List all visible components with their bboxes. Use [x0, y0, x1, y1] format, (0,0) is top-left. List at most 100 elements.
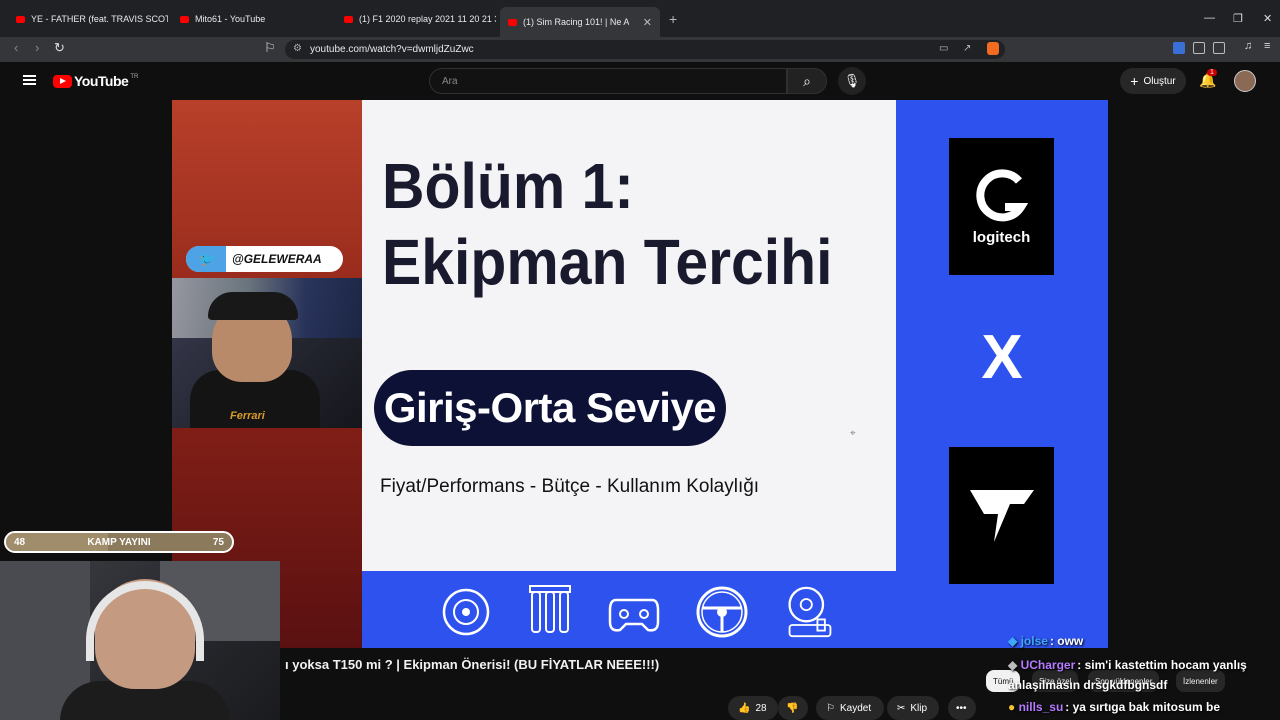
- chat-nick: UCharger: [1020, 658, 1076, 672]
- chat-message: ◆ UCharger: sim'i kastettim hocam yanlış: [1008, 658, 1247, 672]
- dislike-button[interactable]: 👎: [778, 696, 808, 720]
- thrustmaster-logo: [949, 447, 1054, 584]
- restore-icon[interactable]: ❐: [1233, 12, 1243, 25]
- presentation-slide: Bölüm 1: Ekipman Tercihi Giriş-Orta Sevi…: [362, 100, 896, 571]
- chat-badge-icon: ●: [1008, 700, 1016, 714]
- chat-text: : oww: [1049, 634, 1084, 648]
- scissors-icon: ✂: [897, 702, 906, 714]
- wheel-base-icon: [440, 580, 492, 644]
- thumbs-up-icon: 👍: [738, 702, 751, 714]
- chat-badge-icon: ◆: [1008, 658, 1018, 672]
- browser-tab[interactable]: YE - FATHER (feat. TRAVIS SCOTT) - Y: [8, 8, 168, 30]
- create-label: Oluştur: [1143, 75, 1176, 87]
- twitter-handle: @GELEWERAA: [232, 252, 322, 266]
- puzzle-icon[interactable]: [1193, 42, 1205, 54]
- minimize-icon[interactable]: —: [1204, 12, 1215, 24]
- pedals-icon: [524, 580, 576, 644]
- save-label: Kaydet: [839, 702, 872, 714]
- twitter-bird-icon: 🐦: [186, 246, 226, 272]
- chat-message-continued: anlaşılmasın drsgkdfbgnsdf: [1008, 678, 1167, 692]
- wheel-pedal-set-icon: [784, 580, 836, 644]
- chat-text: : sim'i kastettim hocam yanlış: [1077, 658, 1247, 672]
- site-info-icon[interactable]: ⚙: [293, 43, 302, 54]
- reload-icon[interactable]: ↻: [54, 40, 65, 56]
- extension-icon[interactable]: [1173, 42, 1185, 54]
- save-button[interactable]: ⚐ Kaydet: [816, 696, 884, 720]
- chat-nick: nills_su: [1018, 700, 1064, 714]
- voice-search-button[interactable]: 🎙: [838, 67, 866, 95]
- url-text: youtube.com/watch?v=dwmljdZuZwc: [310, 44, 474, 55]
- tab-title: (1) F1 2020 replay 2021 11 20 21 31: [359, 14, 496, 24]
- clip-button[interactable]: ✂ Klip: [887, 696, 939, 720]
- browser-tab-active[interactable]: (1) Sim Racing 101! | Ne Almalıy ✕: [500, 7, 660, 37]
- menu-icon[interactable]: ≡: [1264, 40, 1276, 52]
- more-actions-button[interactable]: •••: [948, 696, 976, 720]
- streamer-webcam: Ferrari: [172, 278, 362, 428]
- versus-mark: X: [981, 323, 1023, 392]
- youtube-favicon-icon: [16, 15, 25, 23]
- mouse-cursor-icon: ⌖: [850, 428, 856, 439]
- sidebar-icon[interactable]: [1213, 42, 1225, 54]
- steering-wheel-icon: [696, 580, 748, 644]
- like-count: 28: [755, 702, 767, 714]
- plus-icon: +: [1130, 73, 1139, 89]
- like-button[interactable]: 👍 28: [728, 696, 778, 720]
- notifications-button[interactable]: 🔔 1: [1199, 69, 1217, 89]
- url-field[interactable]: ⚙ youtube.com/watch?v=dwmljdZuZwc ▭ ↗: [285, 40, 1005, 59]
- more-icon: •••: [956, 702, 967, 714]
- slide-title: Bölüm 1: Ekipman Tercihi: [382, 148, 832, 300]
- music-icon[interactable]: ♫: [1244, 40, 1256, 52]
- search-input[interactable]: Ara: [429, 68, 787, 94]
- xp-left-value: 48: [14, 536, 26, 548]
- brand-comparison-panel: logitech X: [896, 100, 1108, 648]
- region-code: TR: [130, 74, 139, 80]
- bookmark-icon: ⚐: [826, 702, 835, 714]
- xp-progress-bar: 48 KAMP YAYINI 75: [4, 531, 234, 553]
- video-player[interactable]: 🐦 @GELEWERAA Ferrari Bölüm 1: Ekipman Te…: [172, 100, 1108, 648]
- chat-message: ● nills_su: ya sırtıga bak mitosum be: [1008, 700, 1220, 714]
- gamepad-icon: [608, 580, 660, 644]
- back-icon[interactable]: ‹: [14, 40, 18, 55]
- criteria-text: Fiyat/Performans - Bütçe - Kullanım Kola…: [380, 476, 760, 497]
- youtube-favicon-icon: [344, 15, 353, 23]
- thumbs-down-icon: 👎: [786, 702, 799, 714]
- chip-watched[interactable]: İzlenenler: [1176, 670, 1225, 692]
- new-tab-icon[interactable]: +: [669, 11, 677, 27]
- tab-title: YE - FATHER (feat. TRAVIS SCOTT) - Y: [31, 14, 168, 24]
- xp-right-value: 75: [212, 536, 224, 548]
- hamburger-menu-icon[interactable]: [23, 75, 36, 85]
- microphone-icon: 🎙: [843, 73, 861, 88]
- cast-icon[interactable]: ▭: [939, 43, 948, 54]
- avatar[interactable]: [1234, 70, 1256, 92]
- logitech-g-icon: [975, 169, 1028, 222]
- close-icon[interactable]: ✕: [643, 16, 652, 29]
- youtube-play-icon: [53, 74, 72, 88]
- youtube-logo[interactable]: YouTube TR: [53, 73, 138, 89]
- twitter-banner: 🐦 @GELEWERAA: [186, 246, 343, 272]
- bookmark-icon[interactable]: ⚐: [264, 40, 276, 56]
- slide-title-line2: Ekipman Tercihi: [382, 226, 833, 298]
- share-icon[interactable]: ↗: [963, 43, 971, 54]
- notification-badge: 1: [1207, 69, 1217, 76]
- chat-text: : ya sırtıga bak mitosum be: [1065, 700, 1220, 714]
- browser-tab-bar: YE - FATHER (feat. TRAVIS SCOTT) - Y Mit…: [0, 0, 1280, 37]
- clip-label: Klip: [910, 702, 928, 714]
- create-button[interactable]: + Oluştur: [1120, 68, 1186, 94]
- chat-message: ◆ jolse: oww: [1008, 634, 1083, 648]
- search-button[interactable]: ⌕: [787, 68, 827, 94]
- thrustmaster-icon: [969, 489, 1034, 542]
- brave-shield-icon[interactable]: [987, 42, 999, 55]
- slide-title-line1: Bölüm 1:: [382, 150, 634, 222]
- search-icon: ⌕: [803, 72, 811, 89]
- brand-name: logitech: [972, 229, 1031, 246]
- forward-icon[interactable]: ›: [35, 40, 39, 55]
- close-window-icon[interactable]: ✕: [1263, 12, 1272, 25]
- youtube-favicon-icon: [508, 18, 517, 26]
- logitech-logo: logitech: [949, 138, 1054, 275]
- browser-tab[interactable]: Mito61 - YouTube: [172, 8, 332, 30]
- address-toolbar: ‹ › ↻ ⚐ ⚙ youtube.com/watch?v=dwmljdZuZw…: [0, 37, 1280, 62]
- browser-tab[interactable]: (1) F1 2020 replay 2021 11 20 21 31: [336, 8, 496, 30]
- tab-title: (1) Sim Racing 101! | Ne Almalıy: [523, 17, 629, 27]
- chat-text: anlaşılmasın drsgkdfbgnsdf: [1008, 678, 1168, 692]
- youtube-header: YouTube TR Ara ⌕ 🎙 + Oluştur 🔔 1: [0, 62, 1280, 100]
